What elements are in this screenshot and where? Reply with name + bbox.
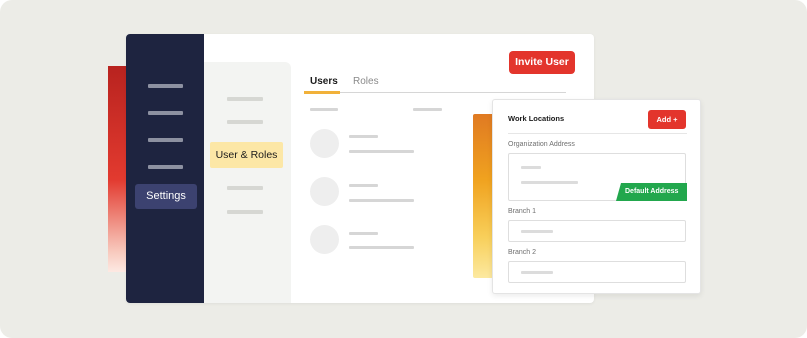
subnav-item-placeholder[interactable] [227, 210, 263, 214]
subnav-item-placeholder[interactable] [227, 120, 263, 124]
settings-subnav: User & Roles [204, 62, 291, 303]
card-divider [508, 133, 687, 134]
sidebar-item-placeholder[interactable] [148, 138, 183, 142]
illustration-canvas: Settings User & Roles Invite User Users … [0, 0, 807, 338]
subnav-item-user-roles[interactable]: User & Roles [210, 142, 283, 168]
user-detail-placeholder [349, 199, 414, 202]
subnav-item-placeholder[interactable] [227, 186, 263, 190]
avatar [310, 177, 339, 206]
active-tab-indicator [304, 91, 340, 94]
field-text-placeholder [521, 271, 553, 274]
work-locations-card: Work Locations Add + Organization Addres… [492, 99, 701, 294]
sidebar-item-placeholder[interactable] [148, 165, 183, 169]
user-name-placeholder [349, 232, 378, 235]
tab-users[interactable]: Users [310, 76, 338, 87]
branch-1-label: Branch 1 [508, 208, 537, 215]
avatar [310, 225, 339, 254]
user-detail-placeholder [349, 246, 414, 249]
column-header-placeholder [413, 108, 442, 111]
sidebar-item-placeholder[interactable] [148, 84, 183, 88]
work-locations-title: Work Locations [508, 114, 565, 123]
sidebar-item-placeholder[interactable] [148, 111, 183, 115]
column-header-placeholder [310, 108, 338, 111]
default-address-badge: Default Address [616, 183, 687, 201]
add-location-button[interactable]: Add + [648, 110, 686, 129]
organization-address-label: Organization Address [508, 141, 575, 148]
avatar [310, 129, 339, 158]
tabs-divider [304, 92, 566, 93]
field-text-placeholder [521, 181, 578, 184]
branch-2-label: Branch 2 [508, 249, 537, 256]
sidebar: Settings [126, 34, 204, 303]
user-detail-placeholder [349, 150, 414, 153]
invite-user-button[interactable]: Invite User [509, 51, 575, 74]
sidebar-item-settings[interactable]: Settings [135, 184, 197, 209]
field-text-placeholder [521, 230, 553, 233]
user-name-placeholder [349, 135, 378, 138]
tab-roles[interactable]: Roles [353, 76, 379, 87]
user-name-placeholder [349, 184, 378, 187]
field-text-placeholder [521, 166, 541, 169]
subnav-item-placeholder[interactable] [227, 97, 263, 101]
